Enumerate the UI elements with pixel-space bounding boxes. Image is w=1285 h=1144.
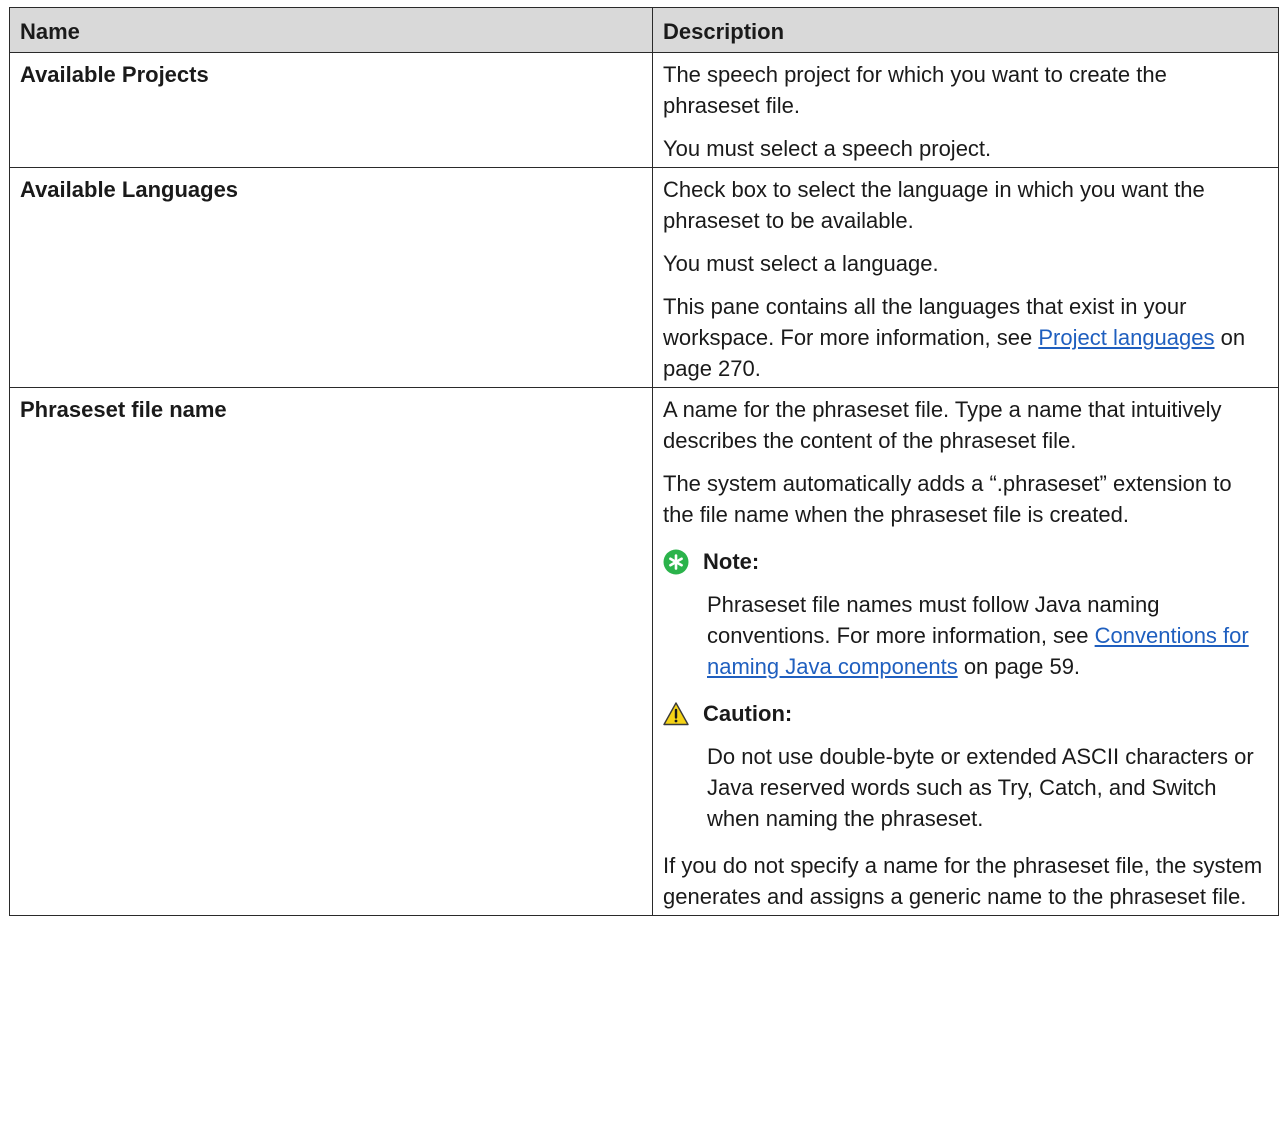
header-row: Name Description [9,7,1279,53]
description-column-header: Description [652,7,1279,53]
note-heading: Note: [663,546,1266,577]
caution-heading: Caution: [663,698,1266,729]
caution-icon [663,701,689,725]
parameter-table: Name Description Available Projects The … [9,7,1279,916]
name-column-header: Name [9,7,653,53]
field-description: The speech project for which you want to… [652,52,1279,168]
caution-body: Do not use double-byte or extended ASCII… [707,744,1254,831]
table-header: Name Description [9,7,1279,53]
description-paragraph: A name for the phraseset file. Type a na… [663,397,1222,453]
description-paragraph: You must select a speech project. [663,136,992,161]
description-paragraph: Check box to select the language in whic… [663,177,1205,233]
note-text: Phraseset file names must follow Java na… [707,592,1160,648]
project-languages-link[interactable]: Project languages [1038,325,1214,350]
field-name: Available Projects [9,52,653,168]
field-name: Available Languages [9,167,653,388]
description-paragraph: You must select a language. [663,251,939,276]
table-row: Phraseset file name A name for the phras… [9,387,1279,916]
description-paragraph: The system automatically adds a “.phrase… [663,471,1232,527]
description-paragraph: If you do not specify a name for the phr… [663,853,1263,909]
table-row: Available Projects The speech project fo… [9,52,1279,168]
field-description: Check box to select the language in whic… [652,167,1279,388]
caution-label: Caution: [703,701,793,726]
field-name: Phraseset file name [9,387,653,916]
description-paragraph: The speech project for which you want to… [663,62,1167,118]
field-description: A name for the phraseset file. Type a na… [652,387,1279,916]
note-label: Note: [703,549,760,574]
note-body: Phraseset file names must follow Java na… [707,589,1266,682]
note-icon [663,549,689,574]
table-row: Available Languages Check box to select … [9,167,1279,388]
note-text: on page 59. [957,654,1081,679]
description-paragraph: This pane contains all the languages tha… [663,291,1266,384]
